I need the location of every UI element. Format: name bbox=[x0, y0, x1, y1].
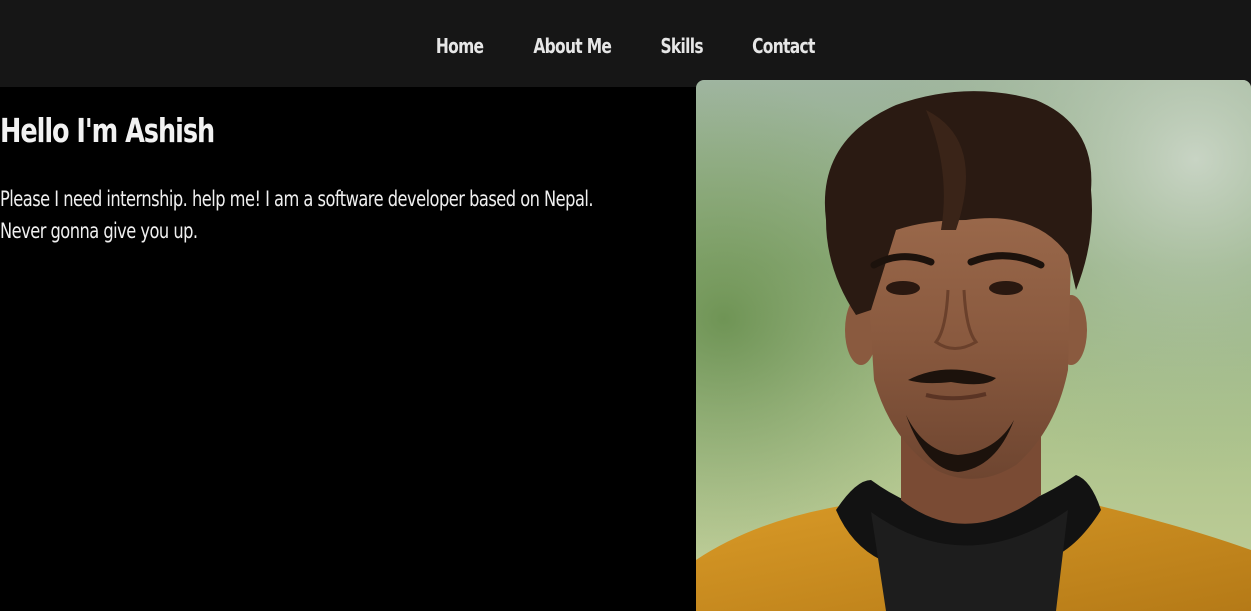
nav-link-skills[interactable]: Skills bbox=[644, 34, 721, 58]
nav-link-contact[interactable]: Contact bbox=[735, 34, 832, 58]
nav-menu: Home About Me Skills Contact bbox=[0, 26, 1251, 66]
hero-heading: Hello I'm Ashish bbox=[0, 111, 215, 150]
nav-link-home[interactable]: Home bbox=[418, 34, 500, 58]
hero-description: Please I need internship. help me! I am … bbox=[0, 187, 594, 243]
nav-link-about-me[interactable]: About Me bbox=[516, 34, 628, 58]
navbar: Home About Me Skills Contact bbox=[0, 0, 1251, 87]
profile-photo bbox=[696, 80, 1251, 611]
